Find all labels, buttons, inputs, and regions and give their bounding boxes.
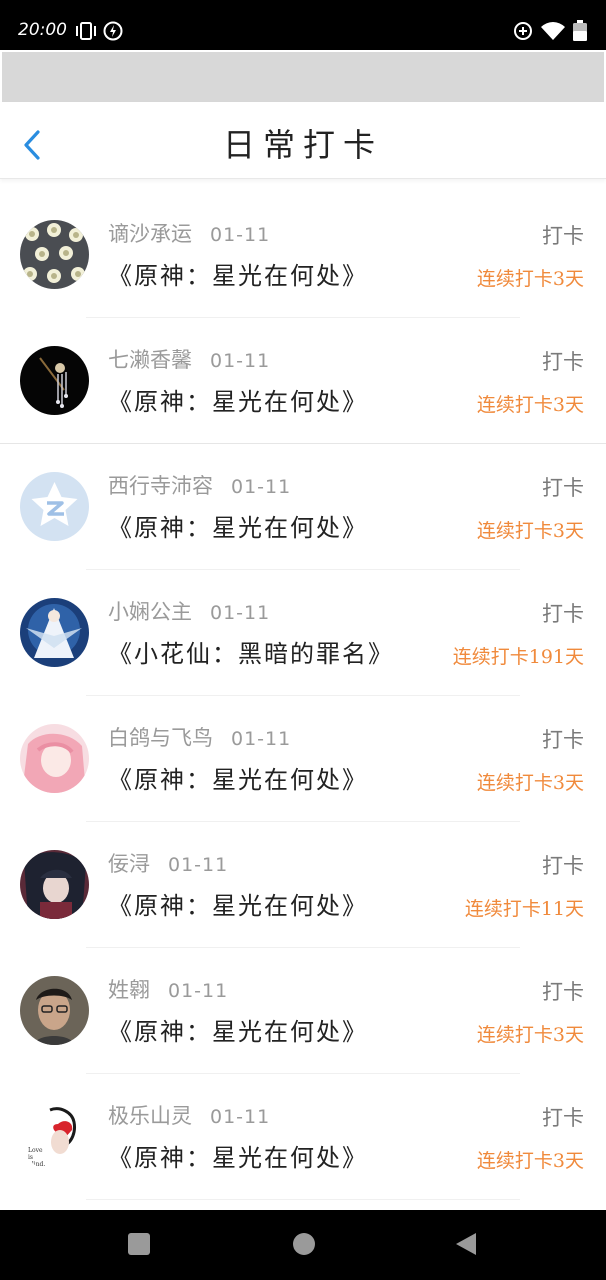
list-item[interactable]: 小娴公主 01-11 《小花仙：黑暗的罪名》 打卡 连续打卡191天 <box>0 570 606 696</box>
recents-square-icon[interactable] <box>127 1232 151 1256</box>
book-title: 《原神：星光在何处》 <box>108 262 368 290</box>
wifi-icon <box>541 22 565 40</box>
list-item[interactable]: 白鸽与飞鸟 01-11 《原神：星光在何处》 打卡 连续打卡3天 <box>0 696 606 822</box>
data-saver-icon <box>514 22 532 40</box>
avatar[interactable] <box>20 220 89 289</box>
user-name: 谪沙承运 <box>108 222 192 246</box>
book-title: 《小花仙：黑暗的罪名》 <box>108 640 394 668</box>
checkin-button[interactable]: 打卡 <box>542 976 584 1006</box>
user-name: 姓翱 <box>108 978 150 1002</box>
avatar[interactable] <box>20 598 89 667</box>
book-title: 《原神：星光在何处》 <box>108 388 368 416</box>
user-name: 白鸽与飞鸟 <box>108 726 213 750</box>
book-title: 《原神：星光在何处》 <box>108 766 368 794</box>
checkin-button[interactable]: 打卡 <box>542 598 584 628</box>
user-name: 西行寺沛容 <box>108 474 213 498</box>
battery-icon <box>573 20 587 41</box>
avatar[interactable]: Love is blind. <box>20 1102 89 1171</box>
checkin-button[interactable]: 打卡 <box>542 850 584 880</box>
checkin-date: 01-11 <box>210 224 271 246</box>
checkin-date: 01-11 <box>231 476 292 498</box>
list-item[interactable]: Love is blind. 极乐山灵 01-11 《原神：星光在何处》 打卡 连… <box>0 1074 606 1200</box>
list-item[interactable]: 谪沙承运 01-11 《原神：星光在何处》 打卡 连续打卡3天 <box>0 192 606 318</box>
status-bar: 20:00 <box>0 0 606 50</box>
user-name: 佞浔 <box>108 852 150 876</box>
avatar[interactable] <box>20 850 89 919</box>
list-item[interactable]: 西行寺沛容 01-11 《原神：星光在何处》 打卡 连续打卡3天 <box>0 444 606 570</box>
charging-icon <box>103 21 123 41</box>
checkin-button[interactable]: 打卡 <box>542 220 584 250</box>
system-nav-bar <box>0 1210 606 1280</box>
streak-text: 连续打卡3天 <box>476 1024 584 1046</box>
top-gray-band <box>2 52 604 102</box>
back-triangle-icon[interactable] <box>454 1232 478 1256</box>
avatar[interactable] <box>20 346 89 415</box>
svg-text:blind.: blind. <box>28 1161 45 1168</box>
book-title: 《原神：星光在何处》 <box>108 1018 368 1046</box>
streak-text: 连续打卡3天 <box>476 520 584 542</box>
checkin-button[interactable]: 打卡 <box>542 1102 584 1132</box>
checkin-date: 01-11 <box>168 854 229 876</box>
streak-text: 连续打卡3天 <box>476 268 584 290</box>
streak-text: 连续打卡191天 <box>452 646 584 668</box>
avatar[interactable] <box>20 472 89 541</box>
book-title: 《原神：星光在何处》 <box>108 1144 368 1172</box>
user-name: 小娴公主 <box>108 600 192 624</box>
checkin-date: 01-11 <box>210 1106 271 1128</box>
checkin-date: 01-11 <box>168 980 229 1002</box>
checkin-date: 01-11 <box>231 728 292 750</box>
checkin-button[interactable]: 打卡 <box>542 472 584 502</box>
list-item[interactable]: 姓翱 01-11 《原神：星光在何处》 打卡 连续打卡3天 <box>0 948 606 1074</box>
status-time: 20:00 <box>18 20 67 40</box>
list-item[interactable]: 七濑香馨 01-11 《原神：星光在何处》 打卡 连续打卡3天 <box>0 318 606 444</box>
app-header: 日常打卡 <box>0 102 606 179</box>
svg-text:Love: Love <box>28 1147 43 1154</box>
home-circle-icon[interactable] <box>292 1232 316 1256</box>
streak-text: 连续打卡3天 <box>476 394 584 416</box>
avatar[interactable] <box>20 724 89 793</box>
divider <box>86 1199 520 1200</box>
book-title: 《原神：星光在何处》 <box>108 514 368 542</box>
streak-text: 连续打卡3天 <box>476 772 584 794</box>
streak-text: 连续打卡3天 <box>476 1150 584 1172</box>
streak-text: 连续打卡11天 <box>464 898 584 920</box>
vibrate-icon <box>76 22 96 40</box>
user-name: 七濑香馨 <box>108 348 192 372</box>
checkin-list: 谪沙承运 01-11 《原神：星光在何处》 打卡 连续打卡3天 七濑香馨 01-11… <box>0 192 606 1200</box>
page-title: 日常打卡 <box>222 126 383 164</box>
list-item[interactable]: 佞浔 01-11 《原神：星光在何处》 打卡 连续打卡11天 <box>0 822 606 948</box>
checkin-button[interactable]: 打卡 <box>542 724 584 754</box>
book-title: 《原神：星光在何处》 <box>108 892 368 920</box>
checkin-button[interactable]: 打卡 <box>542 346 584 376</box>
avatar[interactable] <box>20 976 89 1045</box>
checkin-date: 01-11 <box>210 602 271 624</box>
svg-text:is: is <box>28 1154 33 1161</box>
checkin-date: 01-11 <box>210 350 271 372</box>
user-name: 极乐山灵 <box>108 1104 192 1128</box>
